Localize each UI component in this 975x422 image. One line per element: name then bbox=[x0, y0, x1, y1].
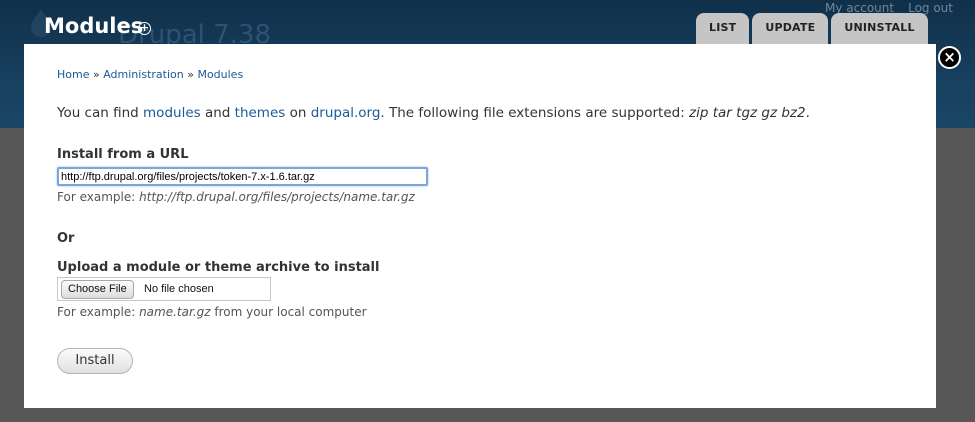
intro-and: and bbox=[200, 105, 235, 121]
add-shortcut-icon[interactable]: + bbox=[138, 22, 151, 35]
install-button[interactable]: Install bbox=[57, 348, 133, 374]
intro-end: . bbox=[805, 105, 810, 121]
tab-uninstall[interactable]: UNINSTALL bbox=[831, 13, 928, 44]
modules-link[interactable]: modules bbox=[143, 105, 201, 121]
breadcrumb: Home » Administration » Modules bbox=[57, 68, 243, 81]
close-overlay-icon[interactable]: × bbox=[938, 46, 961, 69]
url-field-label: Install from a URL bbox=[57, 147, 189, 162]
breadcrumb-modules[interactable]: Modules bbox=[197, 68, 243, 81]
page-title: Modules bbox=[44, 14, 144, 38]
file-upload-input[interactable]: Choose File No file chosen bbox=[57, 277, 271, 301]
drupal-org-link[interactable]: drupal.org bbox=[311, 105, 381, 121]
choose-file-button[interactable]: Choose File bbox=[61, 280, 134, 299]
themes-link[interactable]: themes bbox=[235, 105, 286, 121]
install-url-input[interactable] bbox=[57, 167, 428, 186]
intro-prefix: You can find bbox=[57, 105, 144, 121]
upload-desc-prefix: For example: bbox=[57, 305, 140, 319]
intro-on: on bbox=[285, 105, 311, 121]
url-desc-prefix: For example: bbox=[57, 190, 140, 204]
tab-update[interactable]: UPDATE bbox=[752, 13, 829, 44]
intro-suffix: . The following file extensions are supp… bbox=[380, 105, 690, 121]
upload-field-label: Upload a module or theme archive to inst… bbox=[57, 260, 380, 275]
upload-desc-suffix: from your local computer bbox=[210, 305, 367, 319]
tab-list[interactable]: LIST bbox=[696, 13, 750, 44]
module-tabs: LIST UPDATE UNINSTALL bbox=[696, 13, 928, 44]
overlay-dialog: Home » Administration » Modules You can … bbox=[24, 44, 936, 408]
or-label: Or bbox=[57, 231, 75, 246]
url-field-description: For example: http://ftp.drupal.org/files… bbox=[57, 190, 415, 204]
file-status-text: No file chosen bbox=[144, 283, 214, 295]
intro-text: You can find modules and themes on drupa… bbox=[57, 105, 810, 121]
url-desc-example: http://ftp.drupal.org/files/projects/nam… bbox=[139, 190, 415, 204]
breadcrumb-home[interactable]: Home bbox=[57, 68, 89, 81]
upload-desc-example: name.tar.gz bbox=[139, 305, 211, 319]
upload-field-description: For example: name.tar.gz from your local… bbox=[57, 305, 367, 319]
supported-extensions: zip tar tgz gz bz2 bbox=[689, 105, 806, 121]
breadcrumb-separator: » bbox=[92, 68, 100, 81]
breadcrumb-administration[interactable]: Administration bbox=[103, 68, 184, 81]
breadcrumb-separator: » bbox=[187, 68, 194, 81]
